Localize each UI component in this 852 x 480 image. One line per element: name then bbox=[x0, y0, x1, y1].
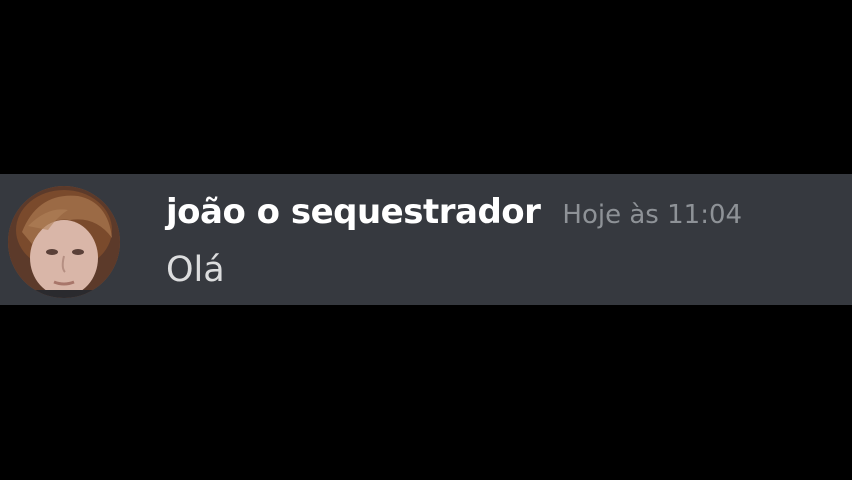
message-text: Olá bbox=[166, 250, 225, 290]
message-timestamp[interactable]: Hoje às 11:04 bbox=[562, 200, 742, 230]
message-header: joão o sequestrador Hoje às 11:04 bbox=[166, 192, 742, 232]
user-avatar[interactable] bbox=[8, 186, 120, 298]
username[interactable]: joão o sequestrador bbox=[166, 192, 541, 232]
chat-message: joão o sequestrador Hoje às 11:04 Olá bbox=[0, 174, 852, 305]
avatar-photo-icon bbox=[8, 186, 120, 298]
